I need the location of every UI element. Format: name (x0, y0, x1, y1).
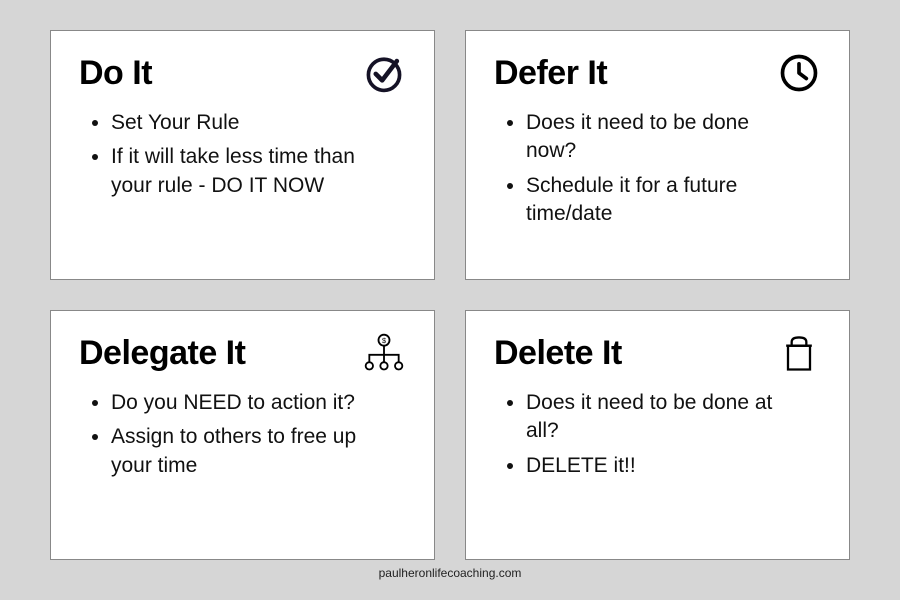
card-header: Delete It (494, 331, 821, 375)
card-header: Delegate It $ (79, 331, 406, 375)
card-header: Defer It (494, 51, 821, 95)
card-do-it: Do It Set Your Rule If it will take less… (50, 30, 435, 280)
card-title: Delegate It (79, 334, 245, 373)
card-title: Delete It (494, 334, 622, 373)
list-item: Schedule it for a future time/date (526, 172, 786, 229)
card-list: Do you NEED to action it? Assign to othe… (79, 389, 406, 486)
card-title: Do It (79, 54, 152, 93)
list-item: DELETE it!! (526, 452, 786, 480)
four-d-grid: Do It Set Your Rule If it will take less… (50, 30, 850, 560)
card-list: Does it need to be done now? Schedule it… (494, 109, 821, 234)
card-delete-it: Delete It Does it need to be done at all… (465, 310, 850, 560)
checkmark-circle-icon (362, 51, 406, 95)
list-item: If it will take less time than your rule… (111, 143, 371, 200)
card-list: Set Your Rule If it will take less time … (79, 109, 406, 206)
list-item: Do you NEED to action it? (111, 389, 371, 417)
list-item: Set Your Rule (111, 109, 371, 137)
list-item: Does it need to be done now? (526, 109, 786, 166)
trash-icon (777, 331, 821, 375)
footer-credit: paulheronlifecoaching.com (50, 566, 850, 580)
card-list: Does it need to be done at all? DELETE i… (494, 389, 821, 486)
list-item: Assign to others to free up your time (111, 423, 371, 480)
svg-text:$: $ (382, 336, 386, 345)
card-delegate-it: Delegate It $ Do you NEED to action it? … (50, 310, 435, 560)
clock-icon (777, 51, 821, 95)
list-item: Does it need to be done at all? (526, 389, 786, 446)
card-header: Do It (79, 51, 406, 95)
card-title: Defer It (494, 54, 607, 93)
card-defer-it: Defer It Does it need to be done now? Sc… (465, 30, 850, 280)
org-chart-icon: $ (362, 331, 406, 375)
